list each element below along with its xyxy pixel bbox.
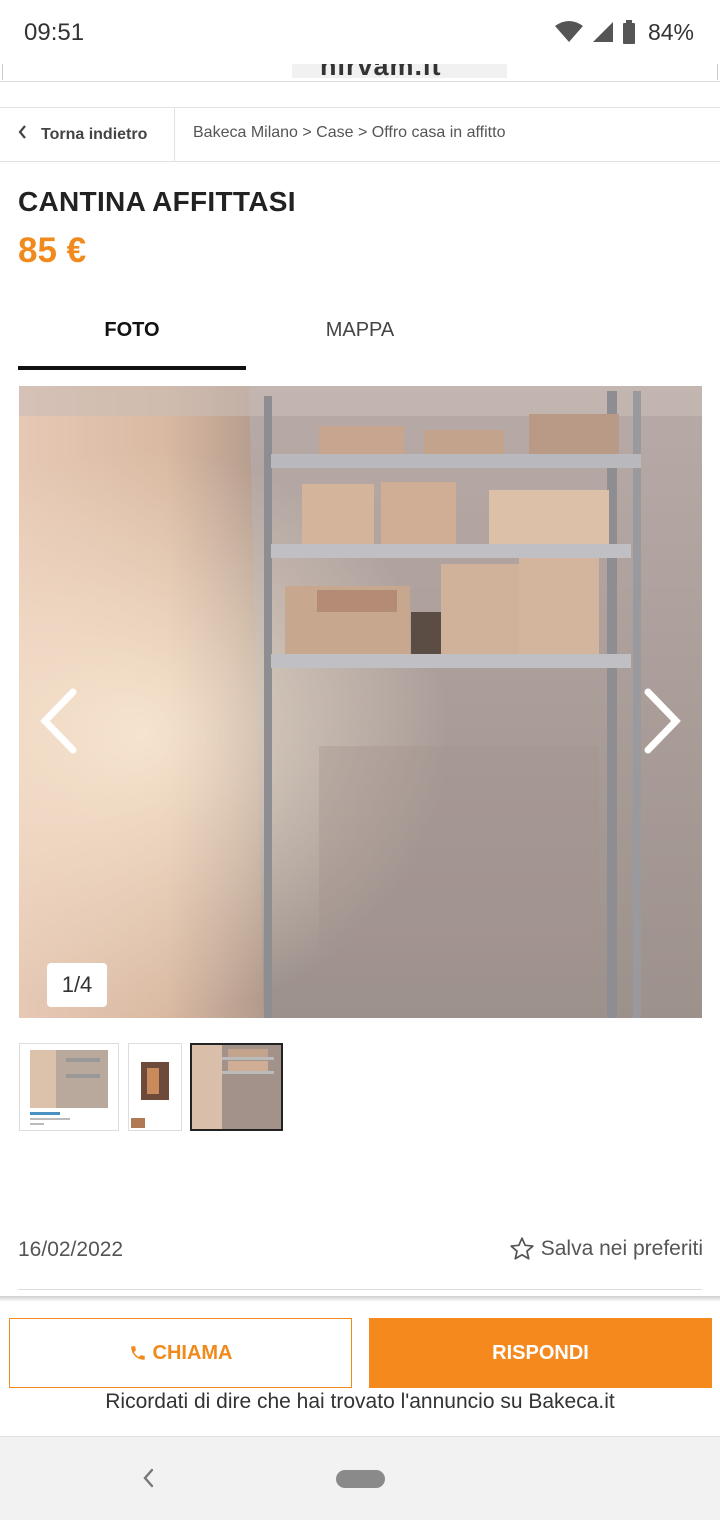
- tab-foto[interactable]: FOTO: [18, 300, 246, 370]
- star-outline-icon: [510, 1237, 534, 1260]
- call-button[interactable]: CHIAMA: [9, 1318, 352, 1388]
- ad-date: 16/02/2022: [18, 1238, 124, 1261]
- thumbnail-2[interactable]: [128, 1043, 182, 1131]
- thumbnail-3-image: [192, 1045, 281, 1129]
- media-tabs: FOTO MAPPA: [18, 300, 702, 370]
- tab-active-indicator: [18, 366, 246, 370]
- back-link[interactable]: Torna indietro: [0, 108, 175, 161]
- ad-title: CANTINA AFFITTASI: [18, 186, 296, 217]
- breadcrumb[interactable]: Bakeca Milano > Case > Offro casa in aff…: [193, 124, 505, 142]
- system-back-icon[interactable]: [138, 1463, 158, 1493]
- gallery-counter: 1/4: [47, 963, 107, 1007]
- action-bar-shadow: [0, 1296, 720, 1302]
- call-button-label: CHIAMA: [152, 1341, 233, 1364]
- thumbnail-3[interactable]: [190, 1043, 283, 1131]
- banner-logo: nirvam.it: [292, 64, 507, 78]
- status-icons: 84%: [554, 17, 694, 47]
- phone-icon: [130, 1346, 145, 1360]
- ad-price: 85 €: [18, 231, 87, 270]
- signal-icon: [592, 22, 613, 42]
- chevron-left-icon: [40, 688, 77, 754]
- gallery-prev-button[interactable]: [35, 686, 85, 756]
- wifi-icon: [554, 21, 583, 42]
- status-bar: 09:51 84%: [0, 0, 720, 64]
- gallery-next-button[interactable]: [636, 686, 686, 756]
- reply-button[interactable]: RISPONDI: [369, 1318, 712, 1388]
- gallery-photo: [19, 386, 702, 1018]
- status-time: 09:51: [24, 19, 85, 46]
- thumbnail-1[interactable]: [19, 1043, 119, 1131]
- site-banner[interactable]: nirvam.it: [0, 64, 720, 82]
- chevron-left-icon: [18, 125, 27, 144]
- system-home-pill[interactable]: [336, 1470, 385, 1488]
- system-navigation-bar: [0, 1436, 720, 1520]
- divider: [18, 1289, 702, 1290]
- save-favorite-label: Salva nei preferiti: [540, 1237, 703, 1260]
- thumbnail-2-image: [131, 1062, 169, 1128]
- tab-mappa[interactable]: MAPPA: [246, 300, 474, 370]
- chevron-right-icon: [644, 688, 681, 754]
- battery-icon: [622, 20, 635, 44]
- tab-mappa-label: MAPPA: [325, 319, 395, 341]
- reply-button-label: RISPONDI: [492, 1341, 589, 1364]
- banner-logo-text: nirvam.it: [320, 64, 442, 78]
- back-link-label: Torna indietro: [41, 125, 148, 143]
- tab-foto-label: FOTO: [104, 319, 160, 341]
- reminder-text: Ricordati di dire che hai trovato l'annu…: [105, 1390, 615, 1413]
- navigation-row: Torna indietro Bakeca Milano > Case > Of…: [0, 107, 720, 162]
- photo-gallery[interactable]: 1/4: [19, 386, 702, 1018]
- battery-percentage: 84%: [647, 18, 694, 45]
- save-favorite-button[interactable]: Salva nei preferiti: [509, 1236, 703, 1262]
- thumbnail-1-image: [30, 1050, 108, 1125]
